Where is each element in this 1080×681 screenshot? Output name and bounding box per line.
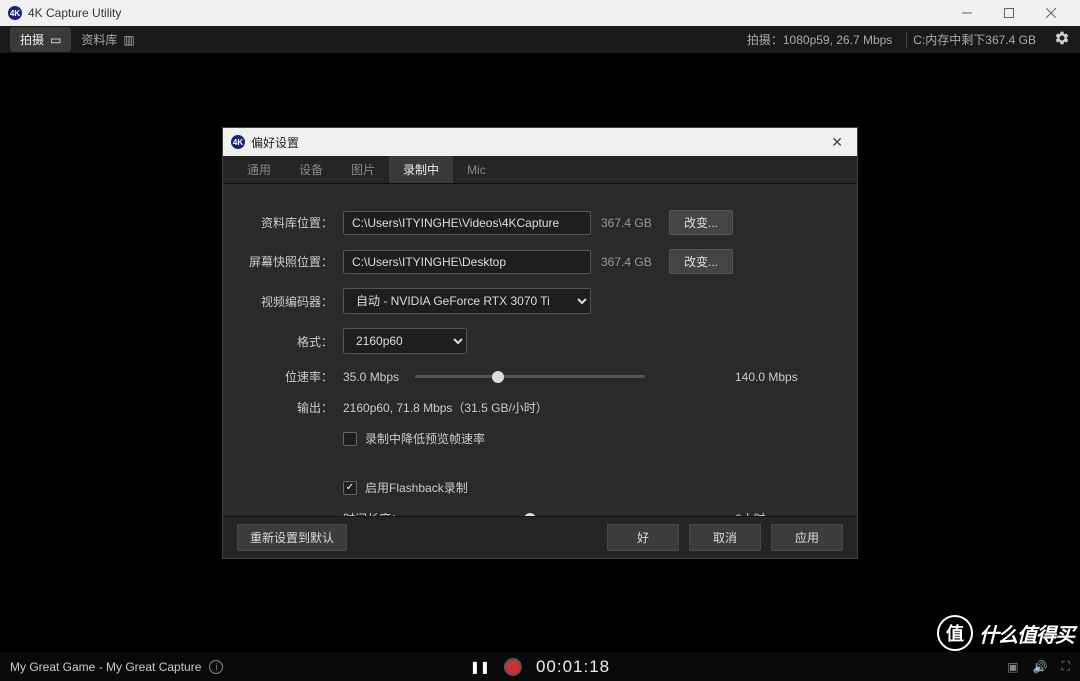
dialog-tab-mic[interactable]: Mic: [453, 156, 500, 183]
output-label: 输出：: [247, 399, 333, 416]
dialog-body: 资料库位置： 367.4 GB 改变... 屏幕快照位置： 367.4 GB 改…: [223, 184, 857, 516]
dialog-tabs: 通用 设备 图片 录制中 Mic: [223, 156, 857, 184]
settings-icon[interactable]: [1054, 30, 1070, 49]
tab-shoot[interactable]: 拍摄 ▭: [10, 27, 71, 52]
storage-status: C:内存中剩下367.4 GB: [913, 31, 1036, 48]
minimize-button[interactable]: [946, 0, 988, 26]
window-titlebar: 4K 4K Capture Utility: [0, 0, 1080, 26]
reduce-preview-fps-checkbox[interactable]: 录制中降低预览帧速率: [343, 430, 485, 447]
library-path-input[interactable]: [343, 211, 591, 235]
window-title: 4K Capture Utility: [28, 6, 121, 20]
format-label: 格式：: [247, 333, 333, 350]
tab-library-label: 资料库: [81, 31, 117, 48]
snapshot-icon[interactable]: ▣: [1007, 660, 1018, 674]
flashback-label: 启用Flashback录制: [365, 479, 468, 496]
volume-icon[interactable]: 🔊: [1033, 660, 1048, 674]
ok-button[interactable]: 好: [607, 524, 679, 551]
session-name: My Great Game - My Great Capture: [10, 660, 201, 674]
library-size: 367.4 GB: [601, 216, 659, 230]
library-path-label: 资料库位置：: [247, 214, 333, 231]
tab-library[interactable]: 资料库 ▥: [71, 27, 144, 52]
screenshot-size: 367.4 GB: [601, 255, 659, 269]
status-divider: [906, 32, 907, 48]
watermark-text: 什么值得买: [979, 619, 1074, 648]
reduce-preview-fps-label: 录制中降低预览帧速率: [365, 430, 485, 447]
dialog-close-button[interactable]: ✕: [825, 134, 849, 151]
bitrate-label: 位速率：: [247, 368, 333, 385]
record-timer: 00:01:18: [536, 657, 610, 677]
reset-defaults-button[interactable]: 重新设置到默认: [237, 524, 347, 551]
output-value: 2160p60, 71.8 Mbps（31.5 GB/小时）: [343, 399, 548, 416]
dialog-app-icon: 4K: [231, 135, 245, 149]
dialog-tab-general[interactable]: 通用: [233, 156, 285, 183]
encoder-select[interactable]: 自动 - NVIDIA GeForce RTX 3070 Ti: [343, 288, 591, 314]
watermark: 值 什么值得买: [937, 615, 1074, 651]
format-select[interactable]: 2160p60: [343, 328, 467, 354]
checkbox-checked-icon: [343, 481, 357, 495]
flashback-checkbox[interactable]: 启用Flashback录制: [343, 479, 468, 496]
cancel-button[interactable]: 取消: [689, 524, 761, 551]
library-icon: ▥: [123, 33, 134, 47]
bottom-bar: My Great Game - My Great Capture i ❚❚ 00…: [0, 652, 1080, 681]
watermark-icon: 值: [937, 615, 973, 651]
capture-status: 拍摄：1080p59, 26.7 Mbps: [747, 31, 892, 48]
encoder-label: 视频编码器：: [247, 293, 333, 310]
dialog-footer: 重新设置到默认 好 取消 应用: [223, 516, 857, 558]
screenshot-change-button[interactable]: 改变...: [669, 249, 733, 274]
bitrate-max: 140.0 Mbps: [735, 370, 798, 384]
info-icon[interactable]: i: [209, 660, 223, 674]
close-window-button[interactable]: [1030, 0, 1072, 26]
apply-button[interactable]: 应用: [771, 524, 843, 551]
bitrate-slider[interactable]: [415, 375, 645, 378]
dialog-tab-device[interactable]: 设备: [285, 156, 337, 183]
preferences-dialog: 4K 偏好设置 ✕ 通用 设备 图片 录制中 Mic 资料库位置： 367.4 …: [222, 127, 858, 559]
app-icon: 4K: [8, 6, 22, 20]
dialog-tab-picture[interactable]: 图片: [337, 156, 389, 183]
screenshot-path-input[interactable]: [343, 250, 591, 274]
record-button[interactable]: [504, 658, 522, 676]
dialog-tab-recording[interactable]: 录制中: [389, 156, 453, 183]
dialog-title: 偏好设置: [251, 134, 299, 151]
pause-button[interactable]: ❚❚: [470, 660, 490, 674]
bitrate-min: 35.0 Mbps: [343, 370, 405, 384]
app-toolbar: 拍摄 ▭ 资料库 ▥ 拍摄：1080p59, 26.7 Mbps C:内存中剩下…: [0, 26, 1080, 54]
dialog-titlebar: 4K 偏好设置 ✕: [223, 128, 857, 156]
checkbox-icon: [343, 432, 357, 446]
fullscreen-icon[interactable]: ⛶: [1062, 659, 1070, 674]
maximize-button[interactable]: [988, 0, 1030, 26]
screenshot-path-label: 屏幕快照位置：: [247, 253, 333, 270]
tab-shoot-label: 拍摄: [20, 31, 44, 48]
library-change-button[interactable]: 改变...: [669, 210, 733, 235]
monitor-icon: ▭: [50, 33, 61, 47]
